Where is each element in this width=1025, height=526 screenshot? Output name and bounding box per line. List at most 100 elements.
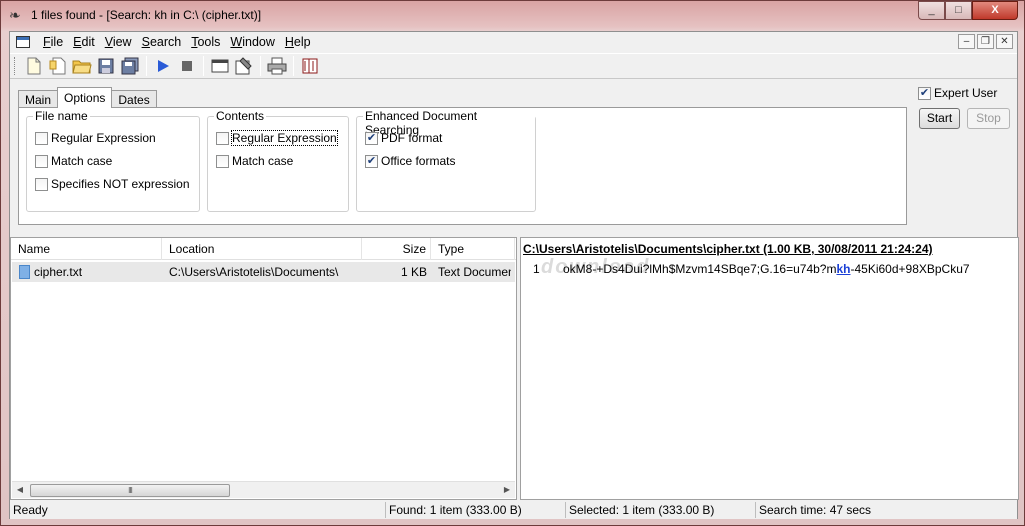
minimize-button[interactable]: _ — [918, 1, 945, 20]
menu-edit[interactable]: Edit — [68, 35, 100, 49]
new-icon[interactable] — [22, 55, 46, 77]
line-text-after: -45Ki60d+98XBpCku7 — [850, 262, 970, 276]
scroll-right-icon[interactable]: ▶ — [501, 484, 513, 496]
table-row[interactable]: cipher.txt C:\Users\Aristotelis\Document… — [12, 262, 515, 282]
menu-view[interactable]: View — [100, 35, 137, 49]
option-label: PDF format — [381, 131, 443, 145]
title-bar[interactable]: ❧ 1 files found - [Search: kh in C:\ (ci… — [1, 1, 1024, 29]
print-icon[interactable] — [265, 55, 289, 77]
scroll-thumb[interactable]: III — [30, 484, 230, 497]
scroll-left-icon[interactable]: ◀ — [14, 484, 26, 496]
options-tabs: Main Options Dates — [18, 87, 157, 108]
application-window: ❧ 1 files found - [Search: kh in C:\ (ci… — [0, 0, 1025, 526]
office-formats-option[interactable]: ✔ Office formats — [365, 154, 455, 168]
text-file-icon — [19, 265, 30, 279]
contents-group-title: Contents — [214, 109, 267, 123]
expert-user-option[interactable]: ✔ Expert User — [918, 86, 997, 100]
status-found: Found: 1 item (333.00 B) — [386, 502, 566, 518]
filename-regex-option[interactable]: Regular Expression — [35, 131, 156, 145]
checkbox[interactable]: ✔ — [365, 131, 378, 145]
checkbox[interactable]: ✔ — [918, 86, 931, 100]
toolbar-grip[interactable] — [14, 57, 17, 75]
line-number: 1 — [533, 262, 540, 276]
pdf-format-option[interactable]: ✔ PDF format — [365, 131, 442, 145]
status-selected: Selected: 1 item (333.00 B) — [566, 502, 756, 518]
horizontal-scrollbar[interactable]: ◀ III ▶ — [12, 481, 515, 498]
checkbox[interactable] — [216, 131, 229, 145]
toolbar — [10, 53, 1017, 79]
stop-icon[interactable] — [175, 55, 199, 77]
preview-match-line: 1 okM8-+Ds4Dui?lMh$Mzvm14SBqe7;G.16=u74b… — [523, 262, 970, 276]
toolbar-separator — [203, 56, 204, 76]
location-cell: C:\Users\Aristotelis\Documents\ — [169, 265, 339, 279]
book-icon[interactable] — [298, 55, 322, 77]
contents-match-case-option[interactable]: Match case — [216, 154, 293, 168]
tab-main[interactable]: Main — [18, 90, 59, 108]
status-bar: Ready Found: 1 item (333.00 B) Selected:… — [10, 501, 1017, 519]
checkbox[interactable]: ✔ — [365, 154, 378, 168]
filename-not-expression-option[interactable]: Specifies NOT expression — [35, 177, 190, 191]
match-highlight: kh — [836, 262, 851, 276]
list-header: Name Location Size Type — [11, 238, 516, 260]
menu-window[interactable]: Window — [225, 35, 279, 49]
filename-match-case-option[interactable]: Match case — [35, 154, 112, 168]
option-label: Regular Expression — [51, 131, 156, 145]
status-search-time: Search time: 47 secs — [759, 503, 872, 517]
menu-help[interactable]: Help — [280, 35, 316, 49]
menu-search[interactable]: Search — [137, 35, 187, 49]
mdi-minimize-button[interactable]: – — [958, 34, 975, 49]
start-button[interactable]: Start — [919, 108, 960, 129]
preview-file-header[interactable]: C:\Users\Aristotelis\Documents\cipher.tx… — [523, 242, 933, 256]
window-icon[interactable] — [208, 55, 232, 77]
enhanced-search-group: Enhanced Document Searching ✔ PDF format… — [356, 109, 536, 212]
properties-icon[interactable] — [232, 55, 256, 77]
column-type[interactable]: Type — [431, 238, 515, 260]
file-name: cipher.txt — [34, 265, 83, 279]
new-from-template-icon[interactable] — [46, 55, 70, 77]
toolbar-separator — [260, 56, 261, 76]
app-icon: ❧ — [9, 7, 21, 23]
checkbox[interactable] — [35, 154, 48, 168]
toolbar-separator — [146, 56, 147, 76]
option-label: Match case — [232, 154, 294, 168]
window-title: 1 files found - [Search: kh in C:\ (ciph… — [31, 8, 262, 22]
toolbar-separator — [293, 56, 294, 76]
file-name-group: File name Regular Expression Match case … — [26, 109, 200, 212]
option-label: Regular Expression — [231, 130, 338, 146]
column-name[interactable]: Name — [11, 238, 162, 260]
window-controls: _ □ X — [918, 1, 1018, 21]
open-folder-icon[interactable] — [70, 55, 94, 77]
type-cell: Text Document — [438, 265, 511, 279]
size-cell: 1 KB — [400, 265, 427, 279]
document-window-icon[interactable] — [16, 36, 30, 48]
checkbox[interactable] — [35, 177, 48, 191]
option-label: Specifies NOT expression — [51, 177, 190, 191]
contents-regex-option[interactable]: Regular Expression — [216, 130, 338, 146]
column-size[interactable]: Size — [362, 238, 431, 260]
menu-file[interactable]: File — [38, 35, 68, 49]
run-icon[interactable] — [151, 55, 175, 77]
file-name-cell: cipher.txt — [12, 265, 162, 279]
tab-dates[interactable]: Dates — [111, 90, 157, 108]
contents-group: Contents Regular Expression Match case — [207, 109, 349, 212]
save-icon[interactable] — [94, 55, 118, 77]
line-text-before: okM8-+Ds4Dui?lMh$Mzvm14SBqe7;G.16=u74b?m — [563, 262, 837, 276]
tab-options[interactable]: Options — [57, 87, 113, 108]
maximize-button[interactable]: □ — [945, 1, 972, 20]
option-label: Office formats — [381, 154, 456, 168]
expert-user-label: Expert User — [934, 86, 998, 100]
checkbox[interactable] — [216, 154, 229, 168]
column-location[interactable]: Location — [162, 238, 362, 260]
menu-tools[interactable]: Tools — [186, 35, 225, 49]
close-button[interactable]: X — [972, 1, 1018, 20]
mdi-restore-button[interactable]: ❐ — [977, 34, 994, 49]
menu-bar: File Edit View Search Tools Window Help … — [10, 32, 1017, 52]
checkbox[interactable] — [35, 131, 48, 145]
stop-button[interactable]: Stop — [967, 108, 1010, 129]
save-all-icon[interactable] — [118, 55, 142, 77]
option-label: Match case — [51, 154, 113, 168]
mdi-close-button[interactable]: ✕ — [996, 34, 1013, 49]
preview-pane[interactable]: download C:\Users\Aristotelis\Documents\… — [520, 237, 1019, 500]
file-name-group-title: File name — [33, 109, 90, 123]
client-area: File Edit View Search Tools Window Help … — [9, 31, 1019, 519]
